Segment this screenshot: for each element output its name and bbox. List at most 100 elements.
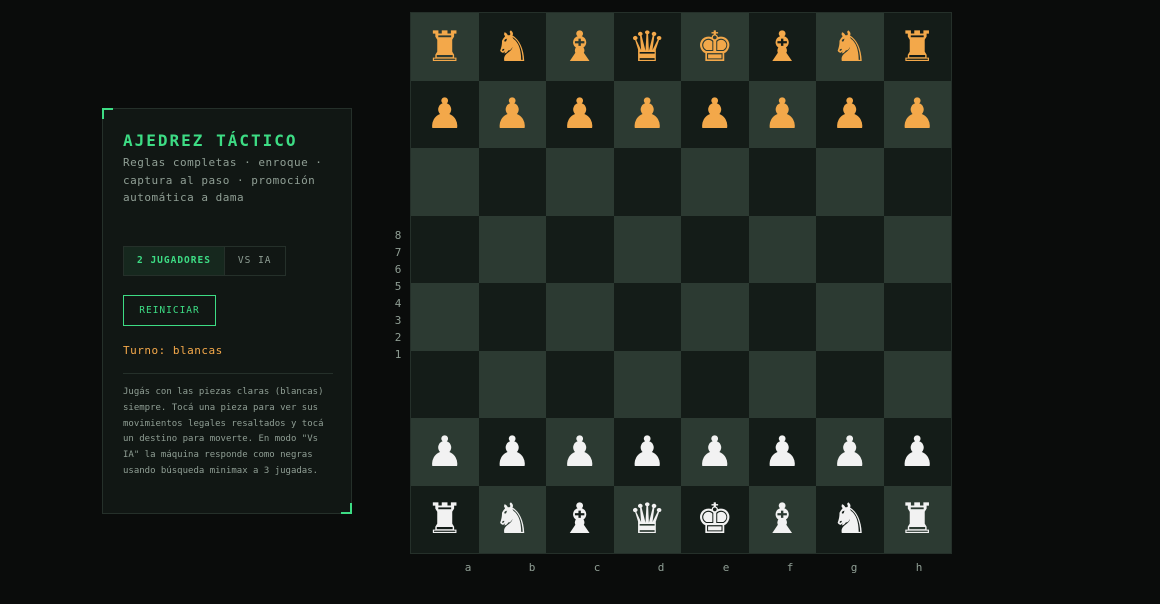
square-f7[interactable]: ♟ <box>748 80 816 148</box>
square-a3[interactable] <box>411 350 479 418</box>
square-a8[interactable]: ♜ <box>411 13 479 81</box>
square-c3[interactable] <box>546 350 614 418</box>
mode-two-players-button[interactable]: 2 JUGADORES <box>124 247 225 275</box>
square-h6[interactable] <box>883 148 951 216</box>
square-b2[interactable]: ♟ <box>478 418 546 486</box>
black-pawn-icon[interactable]: ♟ <box>561 93 599 135</box>
square-g3[interactable] <box>816 350 884 418</box>
square-g1[interactable]: ♞ <box>816 485 884 553</box>
square-h3[interactable] <box>883 350 951 418</box>
white-pawn-icon[interactable]: ♟ <box>696 430 734 473</box>
square-c6[interactable] <box>546 148 614 216</box>
black-queen-icon[interactable]: ♛ <box>628 25 666 68</box>
white-pawn-icon[interactable]: ♟ <box>763 430 801 473</box>
square-a5[interactable] <box>411 215 479 283</box>
square-d6[interactable] <box>613 148 681 216</box>
square-h2[interactable]: ♟ <box>883 418 951 486</box>
square-d7[interactable]: ♟ <box>613 80 681 148</box>
square-e7[interactable]: ♟ <box>681 80 749 148</box>
black-pawn-icon[interactable]: ♟ <box>831 93 869 135</box>
black-knight-icon[interactable]: ♞ <box>831 25 869 68</box>
square-d3[interactable] <box>613 350 681 418</box>
mode-selector: 2 JUGADORES VS IA <box>123 246 286 276</box>
square-d4[interactable] <box>613 283 681 351</box>
square-c2[interactable]: ♟ <box>546 418 614 486</box>
square-h8[interactable]: ♜ <box>883 13 951 81</box>
white-knight-icon[interactable]: ♞ <box>831 498 869 540</box>
black-bishop-icon[interactable]: ♝ <box>763 25 801 68</box>
square-a2[interactable]: ♟ <box>411 418 479 486</box>
square-d2[interactable]: ♟ <box>613 418 681 486</box>
white-pawn-icon[interactable]: ♟ <box>493 430 531 473</box>
square-b8[interactable]: ♞ <box>478 13 546 81</box>
white-bishop-icon[interactable]: ♝ <box>561 498 599 540</box>
square-a4[interactable] <box>411 283 479 351</box>
square-a1[interactable]: ♜ <box>411 485 479 553</box>
black-king-icon[interactable]: ♚ <box>696 25 734 68</box>
square-a6[interactable] <box>411 148 479 216</box>
square-e3[interactable] <box>681 350 749 418</box>
black-rook-icon[interactable]: ♜ <box>426 25 464 68</box>
square-f1[interactable]: ♝ <box>748 485 816 553</box>
square-h5[interactable] <box>883 215 951 283</box>
square-g5[interactable] <box>816 215 884 283</box>
black-pawn-icon[interactable]: ♟ <box>898 93 936 135</box>
white-rook-icon[interactable]: ♜ <box>898 498 936 540</box>
black-pawn-icon[interactable]: ♟ <box>763 93 801 135</box>
black-bishop-icon[interactable]: ♝ <box>561 25 599 68</box>
black-pawn-icon[interactable]: ♟ <box>696 93 734 135</box>
black-knight-icon[interactable]: ♞ <box>493 25 531 68</box>
square-e5[interactable] <box>681 215 749 283</box>
white-pawn-icon[interactable]: ♟ <box>898 430 936 473</box>
square-c8[interactable]: ♝ <box>546 13 614 81</box>
square-c1[interactable]: ♝ <box>546 485 614 553</box>
square-d8[interactable]: ♛ <box>613 13 681 81</box>
white-pawn-icon[interactable]: ♟ <box>831 430 869 473</box>
mode-vs-ai-button[interactable]: VS IA <box>225 247 285 275</box>
square-g4[interactable] <box>816 283 884 351</box>
square-a7[interactable]: ♟ <box>411 80 479 148</box>
square-f5[interactable] <box>748 215 816 283</box>
white-pawn-icon[interactable]: ♟ <box>628 430 666 473</box>
white-knight-icon[interactable]: ♞ <box>493 498 531 540</box>
square-d5[interactable] <box>613 215 681 283</box>
square-d1[interactable]: ♛ <box>613 485 681 553</box>
black-pawn-icon[interactable]: ♟ <box>493 93 531 135</box>
square-b6[interactable] <box>478 148 546 216</box>
black-rook-icon[interactable]: ♜ <box>898 25 936 68</box>
square-c4[interactable] <box>546 283 614 351</box>
square-b4[interactable] <box>478 283 546 351</box>
square-h4[interactable] <box>883 283 951 351</box>
square-g8[interactable]: ♞ <box>816 13 884 81</box>
square-c5[interactable] <box>546 215 614 283</box>
square-b1[interactable]: ♞ <box>478 485 546 553</box>
white-rook-icon[interactable]: ♜ <box>426 498 464 540</box>
square-g6[interactable] <box>816 148 884 216</box>
square-e8[interactable]: ♚ <box>681 13 749 81</box>
black-pawn-icon[interactable]: ♟ <box>426 93 464 135</box>
square-f2[interactable]: ♟ <box>748 418 816 486</box>
white-bishop-icon[interactable]: ♝ <box>763 498 801 540</box>
square-g7[interactable]: ♟ <box>816 80 884 148</box>
square-c7[interactable]: ♟ <box>546 80 614 148</box>
square-e6[interactable] <box>681 148 749 216</box>
white-pawn-icon[interactable]: ♟ <box>561 430 599 473</box>
white-pawn-icon[interactable]: ♟ <box>426 430 464 473</box>
square-b5[interactable] <box>478 215 546 283</box>
white-queen-icon[interactable]: ♛ <box>628 498 666 540</box>
square-f3[interactable] <box>748 350 816 418</box>
square-e2[interactable]: ♟ <box>681 418 749 486</box>
square-f8[interactable]: ♝ <box>748 13 816 81</box>
square-h1[interactable]: ♜ <box>883 485 951 553</box>
square-b7[interactable]: ♟ <box>478 80 546 148</box>
black-pawn-icon[interactable]: ♟ <box>628 93 666 135</box>
square-h7[interactable]: ♟ <box>883 80 951 148</box>
square-f6[interactable] <box>748 148 816 216</box>
white-king-icon[interactable]: ♚ <box>696 498 734 540</box>
square-f4[interactable] <box>748 283 816 351</box>
square-e4[interactable] <box>681 283 749 351</box>
square-b3[interactable] <box>478 350 546 418</box>
reset-button[interactable]: REINICIAR <box>123 295 216 326</box>
square-g2[interactable]: ♟ <box>816 418 884 486</box>
square-e1[interactable]: ♚ <box>681 485 749 553</box>
